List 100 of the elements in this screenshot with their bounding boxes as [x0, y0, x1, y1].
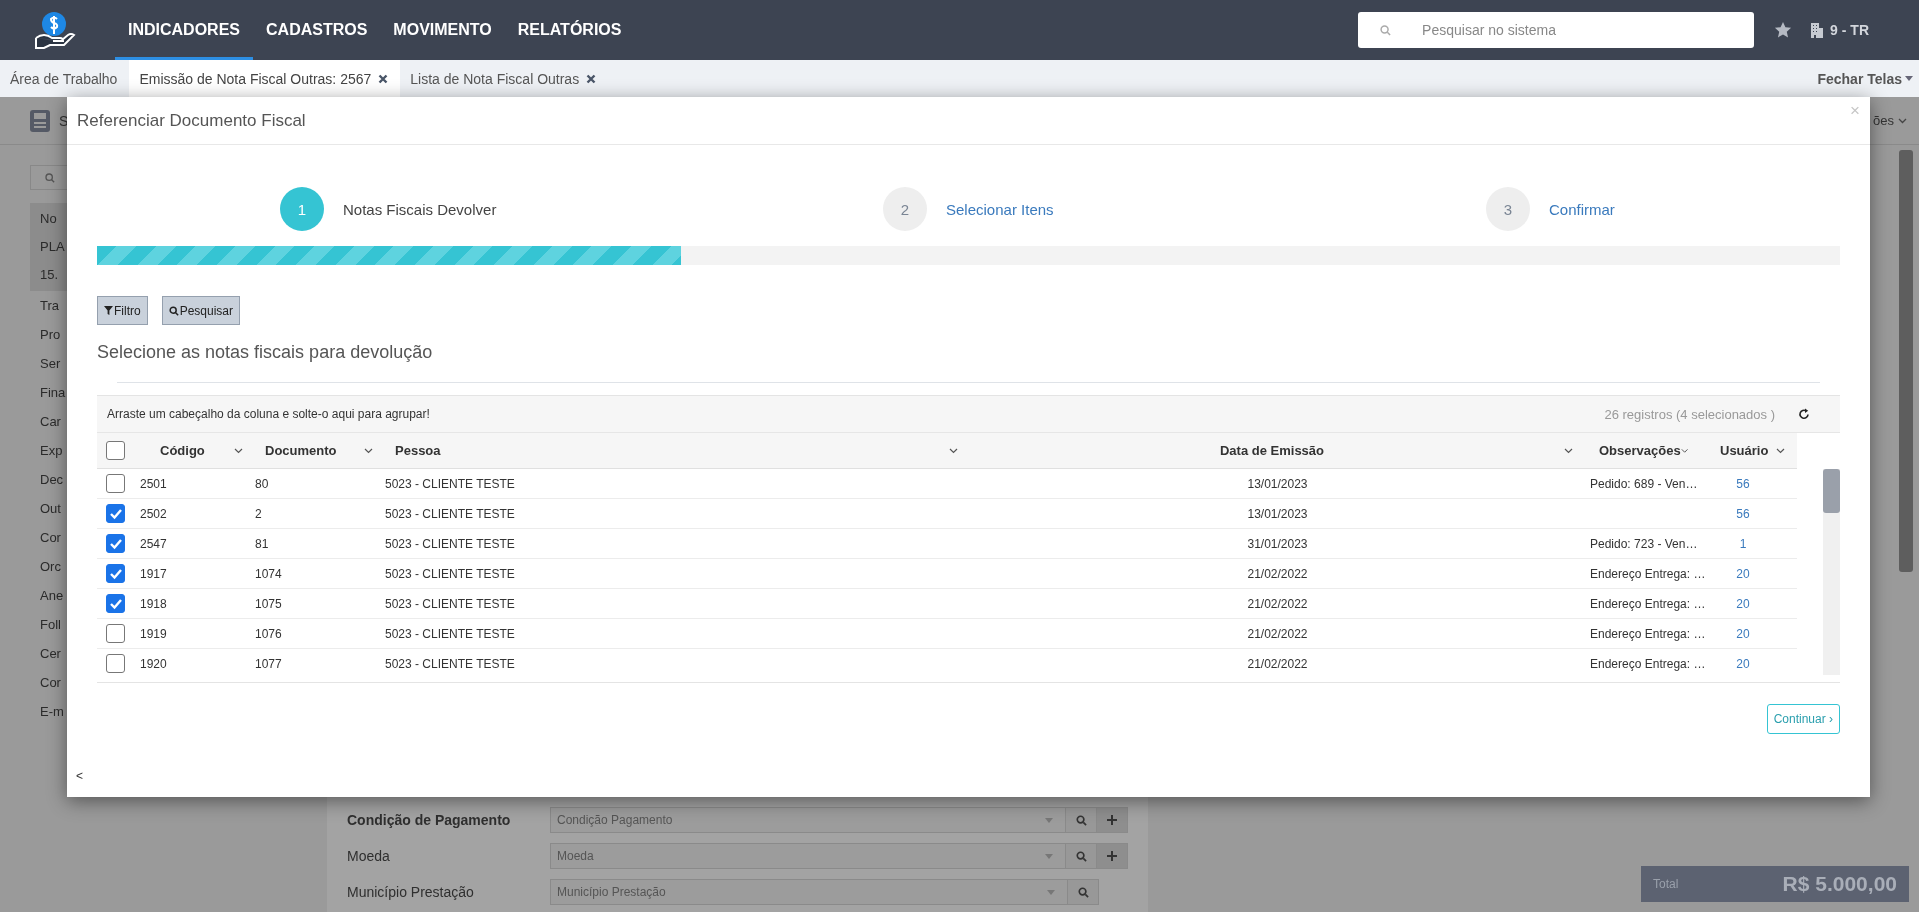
select-field[interactable]: Moeda: [550, 843, 1066, 869]
sidebar-item[interactable]: Fina: [30, 378, 67, 407]
chevron-down-icon[interactable]: [1564, 447, 1573, 454]
search-button[interactable]: [1068, 879, 1099, 905]
sidebar-item[interactable]: Cor: [30, 523, 67, 552]
refresh-icon[interactable]: [1798, 408, 1810, 420]
save-icon[interactable]: [30, 109, 50, 132]
sidebar-item[interactable]: Pro: [30, 320, 67, 349]
row-checkbox[interactable]: [106, 474, 125, 493]
table-cell: 1920: [140, 656, 167, 671]
search-button[interactable]: [1066, 843, 1097, 869]
sidebar-item[interactable]: Orc: [30, 552, 67, 581]
user-link[interactable]: 56: [1736, 506, 1750, 521]
table-cell: 1076: [255, 626, 282, 641]
sidebar-item[interactable]: Foll: [30, 610, 67, 639]
sidebar-item[interactable]: Dec: [30, 465, 67, 494]
sidebar-item[interactable]: Ane: [30, 581, 67, 610]
column-header[interactable]: Documento: [265, 443, 337, 458]
row-checkbox[interactable]: [106, 534, 125, 553]
add-button[interactable]: [1097, 807, 1128, 833]
menu-item[interactable]: CADASTROS: [253, 3, 381, 60]
sidebar-item[interactable]: Cor: [30, 668, 67, 697]
group-hint: Arraste um cabeçalho da coluna e solte-o aqui para agrupar!: [107, 407, 430, 421]
user-link[interactable]: 56: [1736, 476, 1750, 491]
scrollbar[interactable]: [1823, 469, 1840, 675]
table-cell: 1917: [140, 566, 167, 581]
step-label[interactable]: Confirmar: [1549, 200, 1615, 218]
close-icon[interactable]: [378, 73, 389, 84]
sidebar-item[interactable]: Out: [30, 494, 67, 523]
sidebar-item[interactable]: Cer: [30, 639, 67, 668]
row-checkbox[interactable]: [106, 624, 125, 643]
add-button[interactable]: [1097, 843, 1128, 869]
plus-icon: [1107, 851, 1117, 861]
step-label[interactable]: Notas Fiscais Devolver: [343, 200, 497, 218]
star-icon[interactable]: [1774, 21, 1793, 39]
table-cell: 2547: [140, 536, 167, 551]
table-cell: Endereço Entrega: …: [1590, 656, 1706, 671]
row-checkbox[interactable]: [106, 564, 125, 583]
continue-button[interactable]: Continuar ›: [1766, 704, 1840, 734]
column-header[interactable]: Código: [160, 443, 205, 458]
building-icon: [1810, 21, 1825, 39]
search-field[interactable]: Pesquisar no sistema: [1358, 12, 1755, 48]
screen-tab[interactable]: Lista de Nota Fiscal Outras: [400, 60, 609, 97]
sidebar-item[interactable]: No PLA 15.: [30, 203, 67, 291]
table-cell: 5023 - CLIENTE TESTE: [385, 626, 515, 641]
caret-icon: [1045, 817, 1053, 823]
select-all-checkbox[interactable]: [106, 441, 125, 460]
close-all-button[interactable]: Fechar Telas: [1817, 60, 1919, 87]
sidebar-item[interactable]: Ser: [30, 349, 67, 378]
chevron-down-icon[interactable]: [1680, 447, 1688, 454]
table-cell: Pedido: 689 - Ven…: [1590, 476, 1698, 491]
table-cell: 2501: [140, 476, 167, 491]
user-link[interactable]: 1: [1739, 536, 1747, 551]
menu-item[interactable]: RELATÓRIOS: [504, 3, 635, 60]
screen-tab[interactable]: Emissão de Nota Fiscal Outras: 2567: [129, 60, 401, 97]
field-label: Município Prestação: [347, 884, 475, 900]
filter-button[interactable]: Filtro: [97, 296, 148, 325]
column-header[interactable]: Usuário: [1720, 443, 1769, 458]
record-count: 26 registros (4 selecionados ): [1604, 406, 1775, 422]
step-number[interactable]: 3: [1486, 187, 1530, 231]
plus-icon: [1107, 815, 1117, 825]
row-checkbox[interactable]: [106, 654, 125, 673]
close-icon[interactable]: [586, 73, 597, 84]
chevron-down-icon[interactable]: [364, 447, 373, 454]
select-field[interactable]: Condição Pagamento: [550, 807, 1066, 833]
sidebar-item[interactable]: E-m: [30, 697, 67, 726]
search-icon: [1077, 886, 1089, 898]
chevron-down-icon[interactable]: [1898, 117, 1907, 124]
screen-tab[interactable]: Área de Trabalho: [0, 60, 130, 97]
table-cell: 1919: [140, 626, 167, 641]
chevron-down-icon[interactable]: [949, 447, 958, 454]
row-checkbox[interactable]: [106, 594, 125, 613]
sidebar-item[interactable]: Tra: [30, 291, 67, 320]
search-button[interactable]: Pesquisar: [161, 296, 241, 325]
column-header[interactable]: Data de Emissão: [1219, 443, 1324, 458]
company-label[interactable]: 9 - TR: [1830, 22, 1869, 38]
column-header[interactable]: Observações: [1599, 443, 1681, 458]
sidebar-item[interactable]: Car: [30, 407, 67, 436]
search-button[interactable]: [1066, 807, 1097, 833]
table-cell: Endereço Entrega: …: [1590, 596, 1706, 611]
chevron-down-icon[interactable]: [234, 447, 243, 454]
user-link[interactable]: 20: [1736, 656, 1750, 671]
user-link[interactable]: 20: [1736, 566, 1750, 581]
scrollbar[interactable]: [1899, 150, 1913, 572]
step-number[interactable]: 2: [883, 187, 927, 231]
step-label[interactable]: Selecionar Itens: [946, 200, 1054, 218]
caret-icon: [1047, 889, 1055, 895]
table-cell: 1074: [255, 566, 282, 581]
menu-item[interactable]: MOVIMENTO: [380, 3, 505, 60]
table-cell: 5023 - CLIENTE TESTE: [385, 656, 515, 671]
user-link[interactable]: 20: [1736, 626, 1750, 641]
sidebar-item[interactable]: Exp: [30, 436, 67, 465]
back-link[interactable]: <: [76, 769, 83, 783]
search-icon: [45, 172, 55, 183]
select-field[interactable]: Município Prestação: [550, 879, 1068, 905]
chevron-down-icon[interactable]: [1776, 447, 1785, 454]
row-checkbox[interactable]: [106, 504, 125, 523]
column-header[interactable]: Pessoa: [395, 443, 441, 458]
user-link[interactable]: 20: [1736, 596, 1750, 611]
toolbar-label[interactable]: ões: [1873, 113, 1894, 128]
